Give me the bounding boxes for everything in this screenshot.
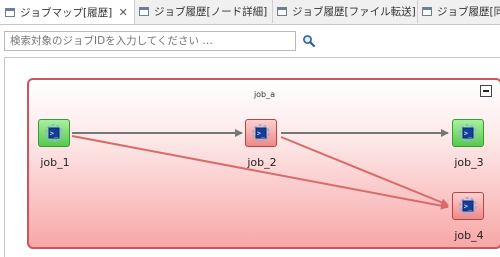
job-group-title: job_a [253,90,276,99]
tab-label: ジョブマップ[履歴] [20,6,113,19]
view-icon [277,7,287,16]
tab-job-history-file-transfer[interactable]: ジョブ履歴[ファイル転送] [272,0,418,23]
job-command-icon: >_ [252,124,270,142]
svg-text:>_: >_ [50,130,59,138]
job-status-error: >_ [452,192,484,220]
magnifier-icon[interactable] [301,33,317,49]
tab-label: ジョブ履歴[同 [437,6,500,18]
job-node-job-2[interactable]: >_ job_2 [232,119,292,169]
job-node-label: job_2 [247,156,277,169]
job-node-job-3[interactable]: >_ job_3 [439,119,499,169]
tab-job-history-node-detail[interactable]: ジョブ履歴[ノード詳細] [134,0,273,23]
job-status-success: >_ [38,119,70,147]
job-node-label: job_4 [454,229,484,242]
view-icon [422,7,432,16]
svg-text:>_: >_ [464,130,473,138]
collapse-icon[interactable] [480,85,492,97]
job-command-icon: >_ [45,124,63,142]
tab-bar: ジョブマップ[履歴] ✕ ジョブ履歴[ノード詳細] ジョブ履歴[ファイル転送] … [0,0,500,25]
job-command-icon: >_ [459,124,477,142]
svg-text:>_: >_ [257,130,266,138]
job-node-job-1[interactable]: >_ job_1 [25,119,85,169]
svg-text:>_: >_ [464,203,473,211]
job-status-error: >_ [245,119,277,147]
tab-label: ジョブ履歴[ファイル転送] [292,6,416,18]
close-icon[interactable]: ✕ [118,6,128,19]
job-status-success: >_ [452,119,484,147]
job-id-search-input[interactable] [4,31,296,51]
view-icon [139,7,149,16]
view-icon [5,7,15,17]
job-node-job-4[interactable]: >_ job_4 [439,192,499,242]
tab-job-history-partial[interactable]: ジョブ履歴[同 [417,0,500,23]
tab-job-map-history[interactable]: ジョブマップ[履歴] ✕ [0,0,135,24]
tab-label: ジョブ履歴[ノード詳細] [154,6,268,18]
job-command-icon: >_ [459,197,477,215]
job-node-label: job_1 [40,156,70,169]
job-node-label: job_3 [454,156,484,169]
